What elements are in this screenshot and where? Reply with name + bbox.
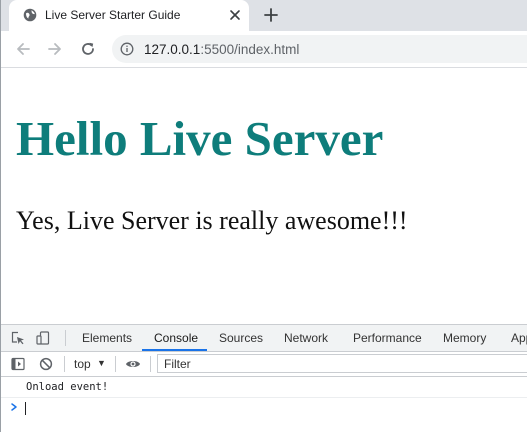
tab-console[interactable]: Console	[142, 325, 207, 351]
filter-input[interactable]: Filter	[157, 354, 527, 373]
filter-placeholder: Filter	[164, 357, 191, 371]
plus-icon[interactable]	[263, 7, 279, 23]
tab-network[interactable]: Network	[284, 325, 328, 351]
console-prompt[interactable]	[1, 398, 527, 420]
clear-console-icon[interactable]	[39, 357, 53, 371]
eye-icon[interactable]	[125, 357, 141, 371]
browser-window: Live Server Starter Guide 127.0.0.1:5500…	[0, 0, 527, 432]
devtools-panel: Elements Console Sources Network Perform…	[1, 324, 527, 432]
context-select[interactable]: top	[74, 357, 91, 371]
page-heading: Hello Live Server	[16, 111, 384, 166]
page-paragraph: Yes, Live Server is really awesome!!!	[16, 206, 408, 235]
tab-performance[interactable]: Performance	[353, 325, 422, 351]
divider	[65, 330, 66, 346]
divider	[64, 356, 65, 372]
text-cursor	[25, 402, 26, 415]
info-icon[interactable]	[120, 42, 134, 56]
dropdown-arrow-icon[interactable]: ▼	[97, 358, 106, 368]
sidebar-toggle-icon[interactable]	[11, 357, 25, 371]
console-message: Onload event!	[1, 377, 527, 398]
console-message-text: Onload event!	[26, 381, 109, 393]
reload-icon[interactable]	[80, 41, 96, 57]
arrow-right-icon[interactable]	[47, 41, 63, 57]
globe-icon	[23, 8, 37, 22]
inspect-element-icon[interactable]	[11, 331, 25, 345]
url-path: :5500/index.html	[200, 42, 300, 57]
browser-tab[interactable]: Live Server Starter Guide	[9, 0, 249, 31]
tab-title: Live Server Starter Guide	[45, 8, 181, 22]
divider	[115, 356, 116, 372]
console-toolbar: top ▼ Filter	[1, 352, 527, 377]
tab-sources[interactable]: Sources	[219, 325, 263, 351]
device-toolbar-icon[interactable]	[36, 331, 50, 345]
address-bar[interactable]: 127.0.0.1:5500/index.html	[112, 35, 527, 63]
url-text[interactable]: 127.0.0.1:5500/index.html	[144, 42, 299, 57]
url-host: 127.0.0.1	[144, 42, 201, 57]
devtools-tab-bar: Elements Console Sources Network Perform…	[1, 325, 527, 352]
tab-memory[interactable]: Memory	[443, 325, 486, 351]
chevron-right-icon	[11, 403, 17, 411]
browser-toolbar: 127.0.0.1:5500/index.html	[1, 31, 527, 68]
page-viewport: Hello Live Server Yes, Live Server is re…	[1, 68, 527, 324]
tab-elements[interactable]: Elements	[82, 325, 132, 351]
tab-application[interactable]: App	[511, 325, 527, 351]
close-icon[interactable]	[228, 8, 242, 22]
divider	[150, 356, 151, 372]
arrow-left-icon[interactable]	[15, 41, 31, 57]
tab-strip: Live Server Starter Guide	[1, 0, 527, 31]
